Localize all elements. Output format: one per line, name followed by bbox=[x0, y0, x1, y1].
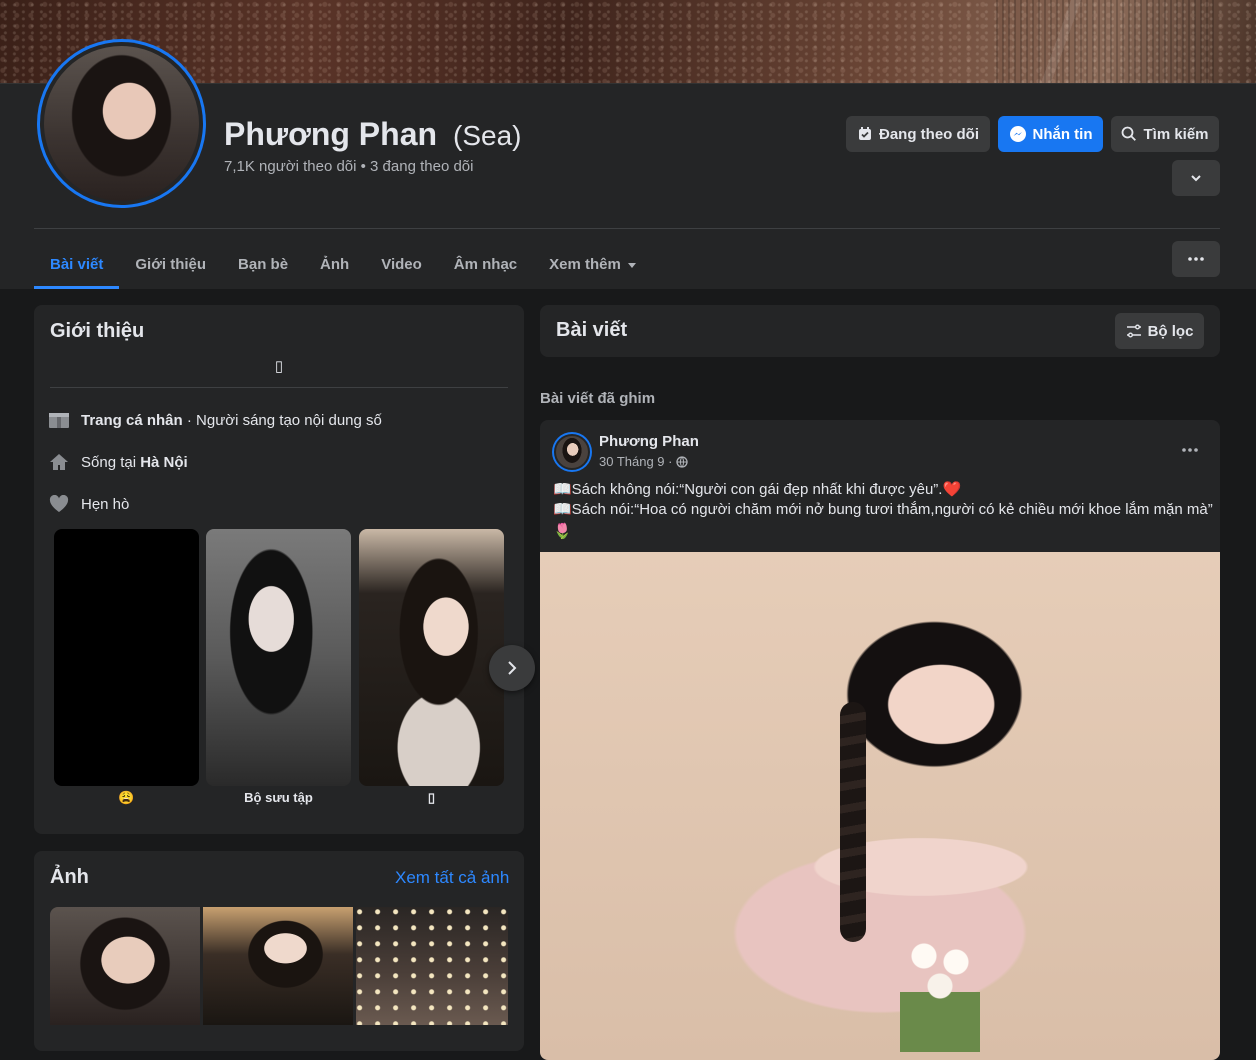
intro-relationship-row: Hẹn hò bbox=[49, 494, 129, 514]
tab-video[interactable]: Video bbox=[365, 240, 438, 289]
avatar-image bbox=[44, 46, 199, 201]
more-profile-button[interactable] bbox=[1172, 160, 1220, 196]
chevron-down-icon bbox=[1191, 175, 1201, 182]
chevron-right-icon bbox=[508, 661, 517, 675]
header-divider bbox=[34, 228, 1220, 229]
post-text-line-1: 📖Sách không nói:“Người con gái đẹp nhất … bbox=[553, 481, 962, 498]
search-button[interactable]: Tìm kiếm bbox=[1111, 116, 1219, 152]
intro-page-label: Trang cá nhân bbox=[81, 411, 183, 429]
featured-item-3[interactable] bbox=[359, 529, 504, 786]
more-dots-icon bbox=[1188, 257, 1204, 261]
profile-name-text: Phương Phan bbox=[224, 116, 438, 152]
post-image[interactable] bbox=[540, 552, 1220, 1060]
search-label: Tìm kiếm bbox=[1143, 125, 1209, 143]
page-flag-icon bbox=[49, 410, 69, 430]
post-image-braid bbox=[840, 702, 866, 942]
filter-button[interactable]: Bộ lọc bbox=[1115, 313, 1204, 349]
intro-lives-row: Sống tại Hà Nội bbox=[49, 452, 188, 472]
tab-see-more[interactable]: Xem thêm bbox=[533, 240, 653, 289]
message-button[interactable]: Nhắn tin bbox=[998, 116, 1103, 152]
tab-see-more-label: Xem thêm bbox=[549, 256, 621, 273]
post-author-avatar[interactable] bbox=[552, 432, 592, 472]
intro-page-row: Trang cá nhân · Người sáng tạo nội dung … bbox=[49, 410, 382, 430]
tab-photos[interactable]: Ảnh bbox=[304, 240, 365, 289]
intro-page-category: · Người sáng tạo nội dung số bbox=[182, 411, 382, 429]
following-button[interactable]: Đang theo dõi bbox=[846, 116, 990, 152]
search-icon bbox=[1122, 126, 1137, 141]
featured-label-3: ▯ bbox=[427, 790, 436, 805]
post-options-button[interactable] bbox=[1176, 440, 1204, 460]
profile-nickname: (Sea) bbox=[453, 120, 522, 151]
heart-icon bbox=[49, 494, 69, 514]
profile-tabs: Bài viết Giới thiệu Bạn bè Ảnh Video Âm … bbox=[34, 240, 653, 289]
tab-posts[interactable]: Bài viết bbox=[34, 240, 120, 289]
following-check-icon bbox=[859, 127, 871, 140]
featured-item-2[interactable] bbox=[206, 529, 351, 786]
photos-title: Ảnh bbox=[50, 866, 89, 888]
tabs-more-button[interactable] bbox=[1172, 241, 1220, 277]
intro-title: Giới thiệu bbox=[50, 320, 145, 342]
filter-label: Bộ lọc bbox=[1147, 322, 1194, 340]
tab-music[interactable]: Âm nhạc bbox=[438, 240, 533, 289]
home-icon bbox=[49, 452, 69, 472]
featured-label-1: 😩 bbox=[118, 790, 135, 805]
tab-about[interactable]: Giới thiệu bbox=[119, 240, 222, 289]
intro-lives-city[interactable]: Hà Nội bbox=[140, 454, 188, 471]
more-dots-icon bbox=[1182, 448, 1198, 452]
photo-thumb-3[interactable] bbox=[356, 907, 508, 1025]
post-author-name[interactable]: Phương Phan bbox=[599, 433, 699, 450]
message-label: Nhắn tin bbox=[1032, 125, 1093, 143]
caret-down-icon bbox=[627, 262, 636, 268]
tab-friends[interactable]: Bạn bè bbox=[222, 240, 304, 289]
see-all-photos-link[interactable]: Xem tất cả ảnh bbox=[395, 868, 509, 888]
intro-lives-prefix: Sống tại bbox=[81, 453, 141, 471]
post-text-line-2: 📖Sách nói:“Hoa có người chăm mới nở bung… bbox=[553, 501, 1213, 518]
post-text-line-3: 🌷 bbox=[553, 523, 572, 540]
intro-divider bbox=[50, 387, 508, 388]
following-label: Đang theo dõi bbox=[879, 125, 979, 143]
follower-stats[interactable]: 7,1K người theo dõi • 3 đang theo dõi bbox=[224, 158, 473, 175]
post-date[interactable]: 30 Tháng 9 · bbox=[599, 454, 672, 469]
featured-next-button[interactable] bbox=[489, 645, 535, 691]
photo-thumb-2[interactable] bbox=[203, 907, 353, 1025]
messenger-icon bbox=[1009, 126, 1026, 142]
filter-icon bbox=[1126, 324, 1141, 338]
featured-item-1[interactable] bbox=[54, 529, 199, 786]
globe-icon bbox=[676, 455, 689, 468]
photo-thumb-1[interactable] bbox=[50, 907, 200, 1025]
pinned-label: Bài viết đã ghim bbox=[540, 390, 656, 407]
intro-relationship: Hẹn hò bbox=[81, 495, 130, 513]
profile-avatar[interactable] bbox=[37, 39, 206, 208]
intro-bio: ▯ bbox=[274, 358, 284, 375]
profile-name: Phương Phan (Sea) bbox=[224, 116, 522, 153]
post-meta: 30 Tháng 9 · bbox=[599, 454, 689, 469]
featured-label-2: Bộ sưu tập bbox=[244, 790, 313, 805]
posts-title: Bài viết bbox=[556, 319, 628, 341]
post-image-tulips bbox=[900, 932, 980, 1052]
